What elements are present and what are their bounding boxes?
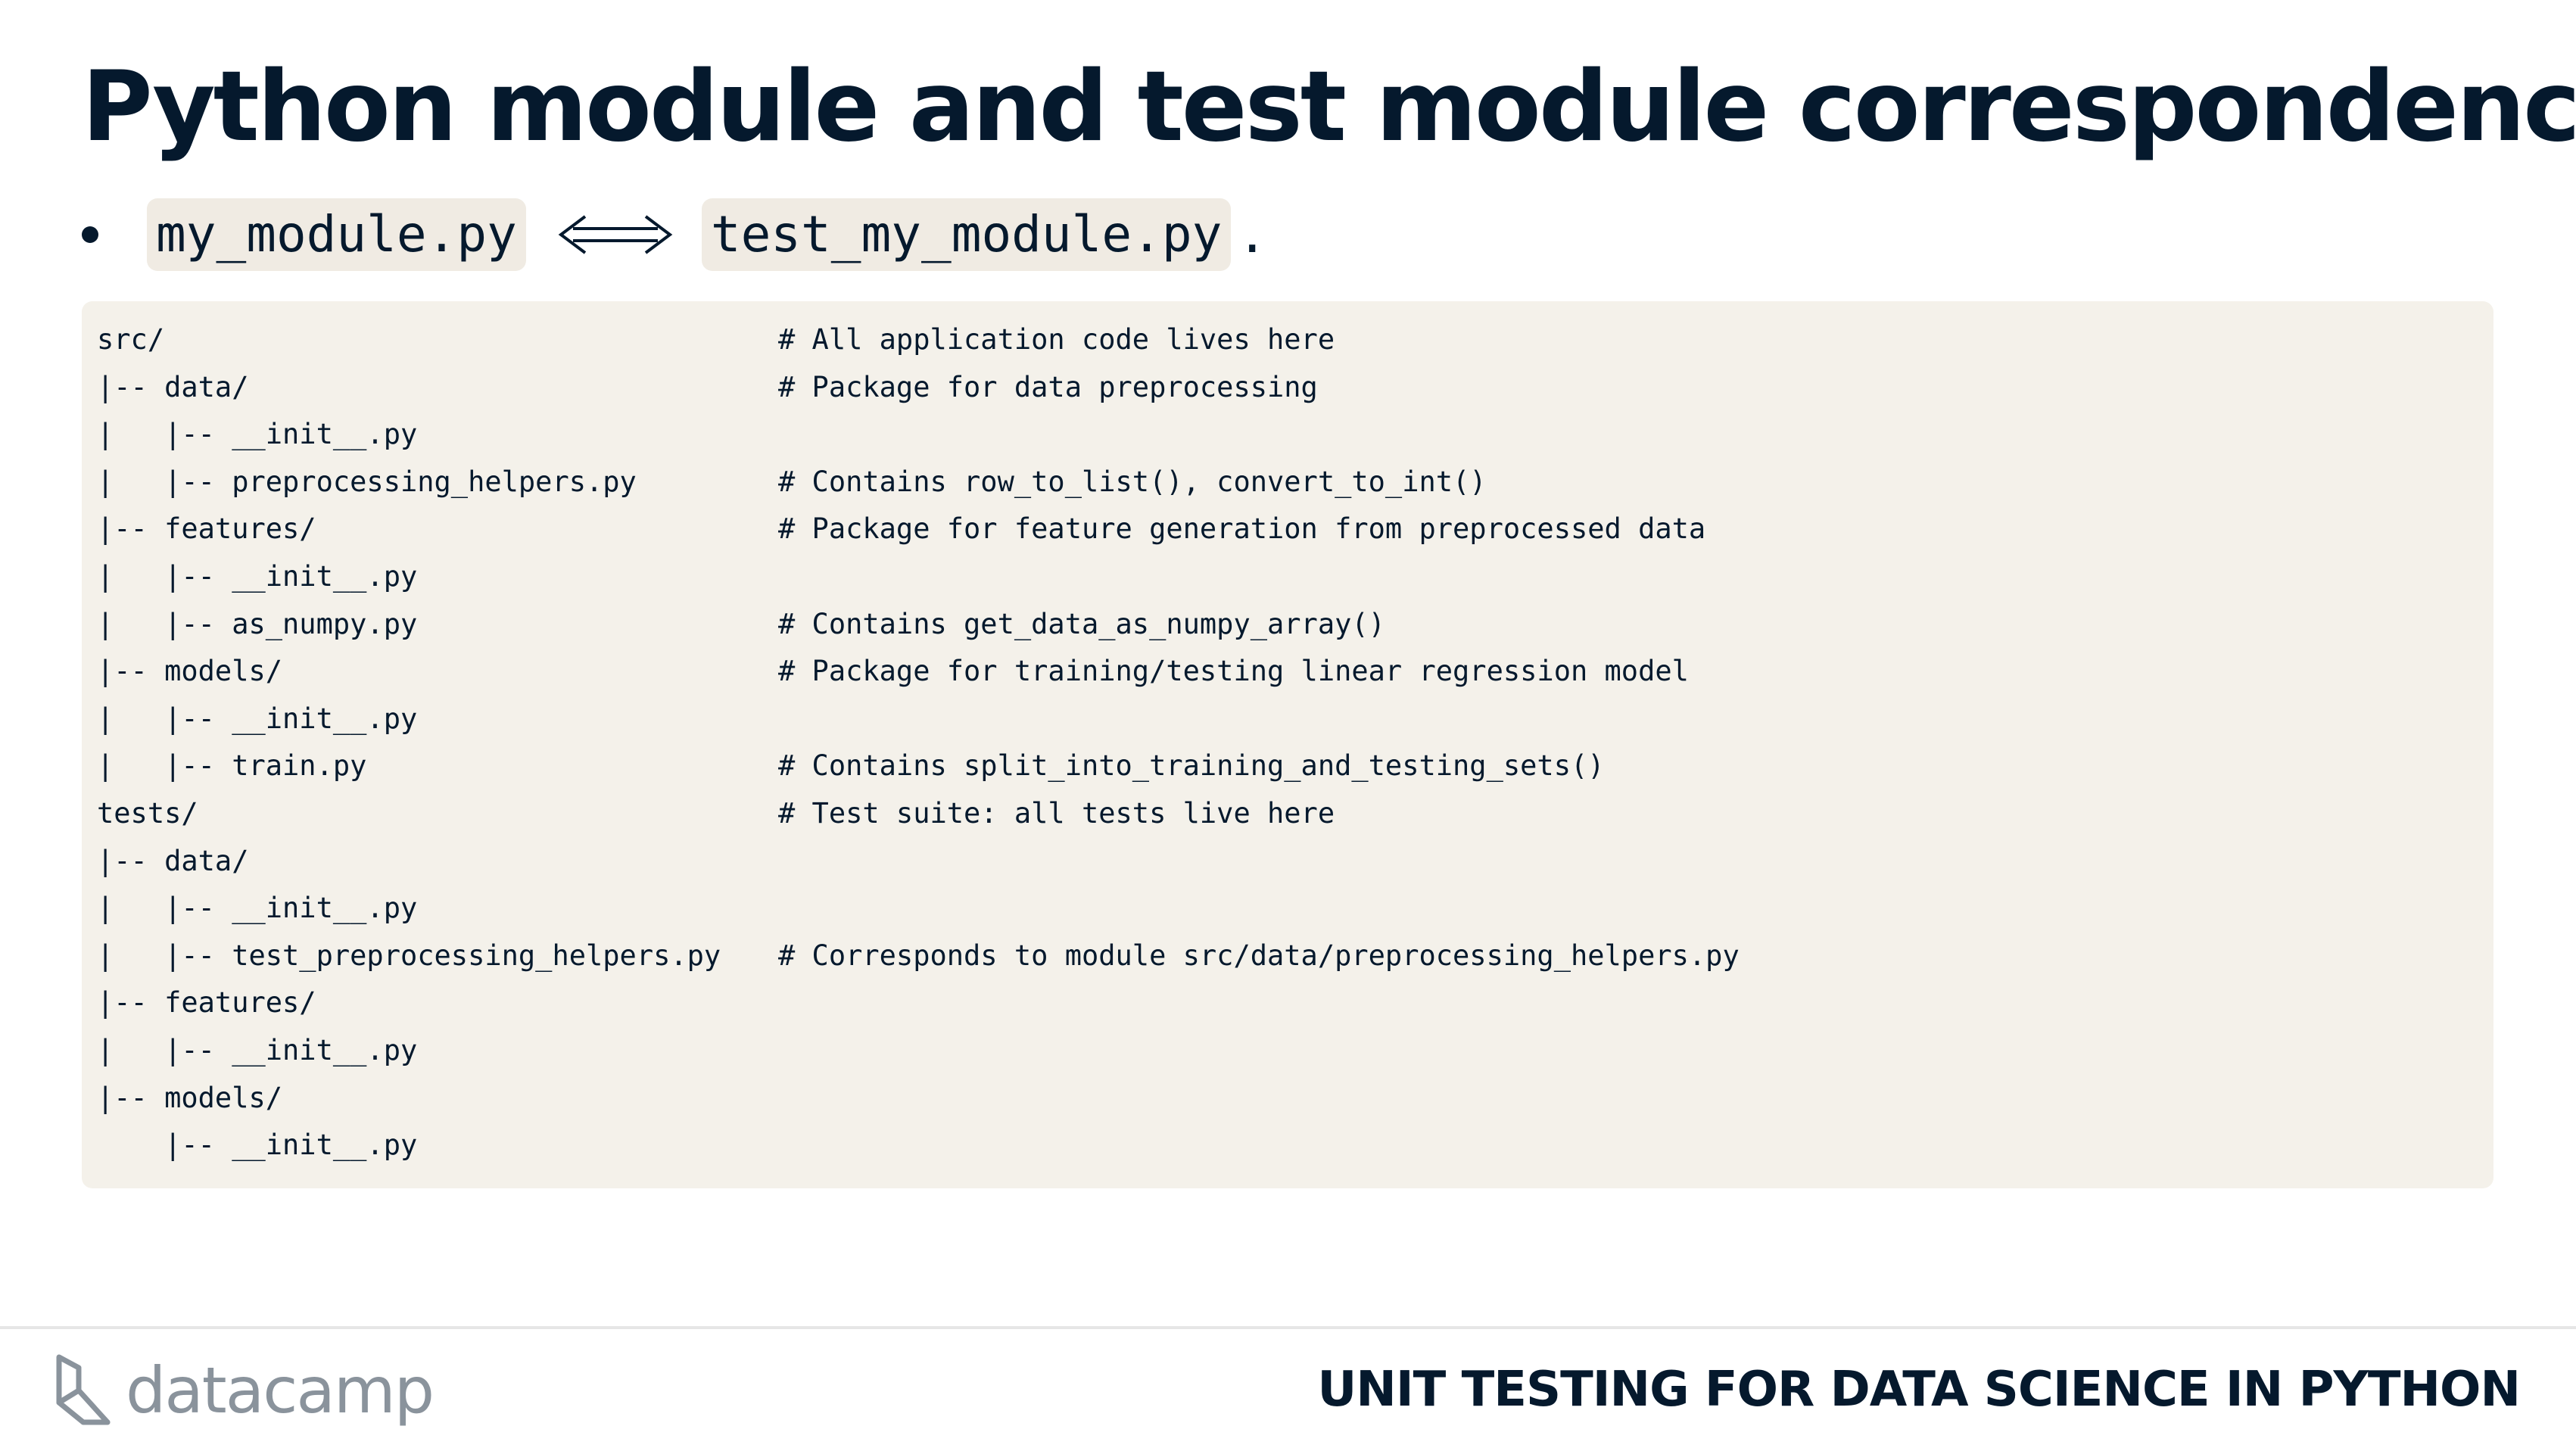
double-arrow-icon [556, 212, 674, 257]
test-module-code-chip: test_my_module.py [701, 198, 1232, 271]
code-line: |-- __init__.py [97, 1122, 2493, 1169]
code-comment: # Package for feature generation from pr… [778, 512, 1706, 546]
code-line: |-- models/ [97, 1075, 2493, 1123]
datacamp-logo-icon [56, 1354, 111, 1425]
datacamp-logo: datacamp [53, 1349, 435, 1432]
code-line: |-- data/ [97, 838, 2493, 886]
code-comment: # Package for data preprocessing [778, 370, 1318, 403]
code-path: tests/ [97, 796, 198, 830]
code-path: | |-- __init__.py [97, 1033, 418, 1066]
course-name: UNIT TESTING FOR DATA SCIENCE IN PYTHON [1317, 1362, 2521, 1418]
code-path: |-- models/ [97, 655, 283, 688]
code-path: |-- features/ [97, 512, 316, 546]
footer-divider [0, 1326, 2576, 1329]
directory-tree-code-block: src/ # All application code lives here |--… [82, 301, 2493, 1188]
bullet-item: my_module.py test_my_module.py . [82, 198, 1267, 271]
code-path: | |-- __init__.py [97, 892, 418, 925]
code-line: tests/ # Test suite: all tests live here [97, 790, 2493, 838]
code-line: | |-- as_numpy.py # Contains get_data_as_… [97, 601, 2493, 649]
code-path: | |-- as_numpy.py [97, 607, 418, 640]
code-comment: # Corresponds to module src/data/preproc… [778, 939, 1740, 972]
code-line: |-- data/ # Package for data preprocessin… [97, 364, 2493, 412]
bullet-dot-icon [82, 226, 98, 243]
code-comment: # All application code lives here [778, 323, 1335, 356]
code-path: | |-- test_preprocessing_helpers.py [97, 939, 721, 972]
code-path: | |-- __init__.py [97, 559, 418, 593]
code-line: |-- features/ [97, 979, 2493, 1027]
code-line: | |-- preprocessing_helpers.py # Contains… [97, 459, 2493, 506]
code-line: | |-- __init__.py [97, 885, 2493, 933]
code-line: |-- features/ # Package for feature gener… [97, 506, 2493, 553]
module-code-chip: my_module.py [147, 198, 526, 271]
slide-title: Python module and test module correspond… [82, 51, 2576, 163]
code-comment: # Contains split_into_training_and_testi… [778, 749, 1605, 783]
code-path: | |-- __init__.py [97, 702, 418, 735]
logo-wordmark: datacamp [126, 1353, 435, 1428]
code-comment: # Contains row_to_list(), convert_to_int… [778, 465, 1487, 498]
code-path: |-- data/ [97, 370, 249, 403]
code-path: |-- models/ [97, 1081, 283, 1114]
code-line: | |-- __init__.py [97, 696, 2493, 743]
code-path: src/ [97, 323, 165, 356]
code-line: | |-- __init__.py [97, 411, 2493, 459]
code-path: |-- features/ [97, 986, 316, 1020]
code-line: | |-- __init__.py [97, 1027, 2493, 1075]
code-path: |-- data/ [97, 844, 249, 877]
bullet-period: . [1237, 205, 1268, 264]
code-line: |-- models/ # Package for training/testin… [97, 648, 2493, 696]
code-path: |-- __init__.py [97, 1129, 418, 1162]
code-line: | |-- test_preprocessing_helpers.py # Cor… [97, 933, 2493, 980]
code-path: | |-- train.py [97, 749, 367, 783]
code-path: | |-- __init__.py [97, 418, 418, 451]
code-path: | |-- preprocessing_helpers.py [97, 465, 637, 498]
code-comment: # Package for training/testing linear re… [778, 655, 1689, 688]
code-comment: # Test suite: all tests live here [778, 796, 1335, 830]
code-line: | |-- train.py # Contains split_into_trai… [97, 743, 2493, 790]
code-line: src/ # All application code lives here [97, 316, 2493, 364]
code-line: | |-- __init__.py [97, 553, 2493, 601]
code-comment: # Contains get_data_as_numpy_array() [778, 607, 1385, 640]
